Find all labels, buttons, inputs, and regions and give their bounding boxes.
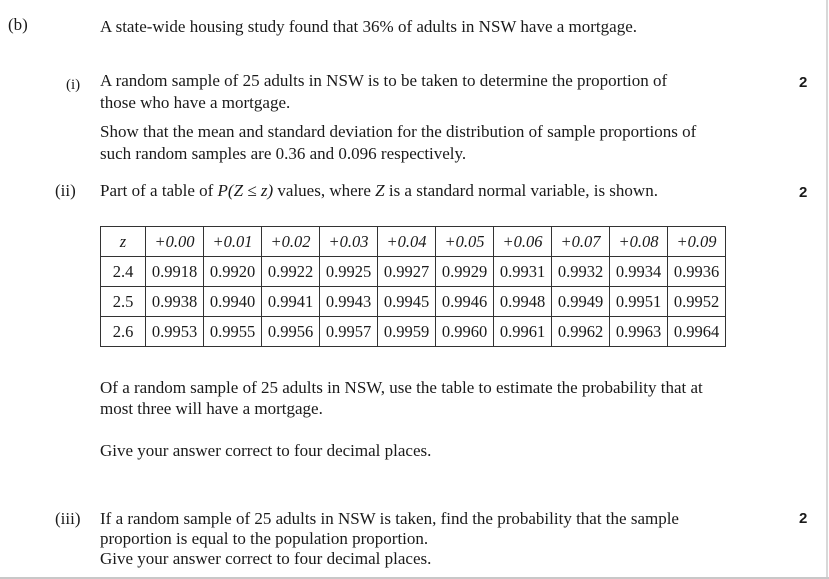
header-offset: +0.02 <box>261 226 320 257</box>
row-z-value: 2.4 <box>100 256 146 287</box>
table-cell: 0.9948 <box>493 286 552 317</box>
header-offset: +0.09 <box>667 226 726 257</box>
q1-line-1: A random sample of 25 adults in NSW is t… <box>100 71 668 90</box>
table-cell: 0.9963 <box>609 316 668 347</box>
page-edge-right <box>826 0 828 579</box>
table-cell: 0.9929 <box>435 256 494 287</box>
table-cell: 0.9959 <box>377 316 436 347</box>
subpart-label-i: (i) <box>66 77 81 93</box>
table-cell: 0.9925 <box>319 256 378 287</box>
table-cell: 0.9934 <box>609 256 668 287</box>
q1-line-2: those who have a mortgage. <box>100 93 291 112</box>
part-label: (b) <box>8 15 28 34</box>
table-cell: 0.9931 <box>493 256 552 287</box>
table-row: 2.4 0.9918 0.9920 0.9922 0.9925 0.9927 0.9929 0… <box>100 256 726 287</box>
probability-expression: P(Z ≤ z) <box>217 181 274 200</box>
q1-marks: 2 <box>799 74 808 91</box>
q3-line-2: proportion is equal to the population pr… <box>100 529 429 548</box>
q2-line-4: Give your answer correct to four decimal… <box>100 441 432 460</box>
q2-line-3: most three will have a mortgage. <box>100 399 323 418</box>
table-cell: 0.9941 <box>261 286 320 317</box>
header-offset: +0.08 <box>609 226 668 257</box>
table-cell: 0.9951 <box>609 286 668 317</box>
header-offset: +0.00 <box>145 226 204 257</box>
q3-line-1: If a random sample of 25 adults in NSW i… <box>100 509 679 528</box>
table-cell: 0.9956 <box>261 316 320 347</box>
table-cell: 0.9962 <box>551 316 610 347</box>
table-cell: 0.9953 <box>145 316 204 347</box>
q3-marks: 2 <box>799 510 808 527</box>
table-cell: 0.9940 <box>203 286 262 317</box>
q2-line-1: Part of a table of P(Z ≤ z) values, wher… <box>100 181 658 200</box>
table-cell: 0.9943 <box>319 286 378 317</box>
table-row: 2.6 0.9953 0.9955 0.9956 0.9957 0.9959 0.9960 0… <box>100 316 726 347</box>
header-offset: +0.05 <box>435 226 494 257</box>
subpart-label-iii: (iii) <box>55 509 81 528</box>
table-cell: 0.9945 <box>377 286 436 317</box>
q1-line-4: such random samples are 0.36 and 0.096 r… <box>100 144 467 163</box>
table-cell: 0.9938 <box>145 286 204 317</box>
table-cell: 0.9920 <box>203 256 262 287</box>
normal-distribution-table: z +0.00 +0.01 +0.02 +0.03 +0.04 +0.05 +0.06 +0.0… <box>100 226 726 347</box>
row-z-value: 2.5 <box>100 286 146 317</box>
q2-line-2: Of a random sample of 25 adults in NSW, … <box>100 378 703 397</box>
header-offset: +0.01 <box>203 226 262 257</box>
table-cell: 0.9936 <box>667 256 726 287</box>
table-cell: 0.9927 <box>377 256 436 287</box>
subpart-label-ii: (ii) <box>55 181 76 200</box>
table-cell: 0.9955 <box>203 316 262 347</box>
row-z-value: 2.6 <box>100 316 146 347</box>
header-offset: +0.03 <box>319 226 378 257</box>
table-cell: 0.9952 <box>667 286 726 317</box>
table-cell: 0.9960 <box>435 316 494 347</box>
table-cell: 0.9961 <box>493 316 552 347</box>
table-cell: 0.9932 <box>551 256 610 287</box>
table-cell: 0.9922 <box>261 256 320 287</box>
q3-line-3: Give your answer correct to four decimal… <box>100 549 432 568</box>
table-header-row: z +0.00 +0.01 +0.02 +0.03 +0.04 +0.05 +0.06 +0.0… <box>100 226 726 257</box>
table-row: 2.5 0.9938 0.9940 0.9941 0.9943 0.9945 0.9946 0… <box>100 286 726 317</box>
table-cell: 0.9918 <box>145 256 204 287</box>
table-cell: 0.9949 <box>551 286 610 317</box>
table-cell: 0.9946 <box>435 286 494 317</box>
header-offset: +0.07 <box>551 226 610 257</box>
table-cell: 0.9964 <box>667 316 726 347</box>
question-intro: A state-wide housing study found that 36… <box>100 17 637 36</box>
table-cell: 0.9957 <box>319 316 378 347</box>
header-z: z <box>100 226 146 257</box>
header-offset: +0.06 <box>493 226 552 257</box>
header-offset: +0.04 <box>377 226 436 257</box>
q1-line-3: Show that the mean and standard deviatio… <box>100 122 697 141</box>
q2-marks: 2 <box>799 184 808 201</box>
